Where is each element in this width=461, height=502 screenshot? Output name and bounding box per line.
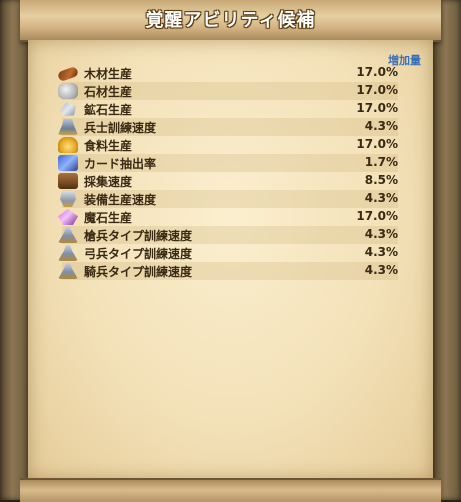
ability-row-spearman: 槍兵タイプ訓練速度 4.3% (58, 226, 398, 244)
ability-value: 4.3% (364, 245, 398, 259)
ability-name: 石材生産 (84, 85, 133, 99)
card-icon (58, 155, 78, 171)
ability-row-wood: 木材生産 17.0% (56, 64, 398, 83)
ability-list: 木材生産 17.0% 石材生産 17.0% 鉱石生産 17.0% 兵士訓練速度 … (56, 64, 398, 280)
ability-row-food: 食料生産 17.0% (58, 136, 398, 154)
ability-value: 4.3% (364, 191, 398, 205)
ability-name: カード抽出率 (84, 157, 157, 171)
food-icon (58, 137, 78, 153)
ability-name: 槍兵タイプ訓練速度 (84, 229, 193, 243)
gather-icon (58, 173, 78, 189)
ability-name: 装備生産速度 (84, 193, 157, 207)
ability-value: 17.0% (356, 83, 398, 97)
ability-value: 4.3% (364, 263, 398, 277)
ability-row-equipment: 装備生産速度 4.3% (60, 190, 398, 208)
right-border (433, 0, 461, 500)
ability-value: 17.0% (356, 137, 398, 151)
ability-value: 1.7% (364, 155, 398, 169)
ability-row-gather: 採集速度 8.5% (58, 172, 398, 190)
left-border (0, 0, 28, 500)
ability-name: 魔石生産 (84, 211, 133, 225)
title-scroll: 覚醒アビリティ候補 (20, 0, 441, 42)
window-frame: 覚醒アビリティ候補 増加量 木材生産 17.0% 石材生産 17.0% 鉱石生産… (0, 0, 461, 502)
ability-value: 17.0% (356, 101, 398, 115)
ability-name: 採集速度 (84, 175, 133, 189)
ability-name: 木材生産 (84, 67, 133, 81)
ability-name: 兵士訓練速度 (84, 121, 157, 135)
window-title: 覚醒アビリティ候補 (145, 10, 316, 31)
ability-name: 食料生産 (84, 139, 133, 153)
ability-row-card: カード抽出率 1.7% (58, 154, 398, 172)
ability-value: 8.5% (364, 173, 398, 187)
ability-row-cavalry: 騎兵タイプ訓練速度 4.3% (58, 262, 398, 280)
stone-icon (58, 83, 78, 99)
ability-row-archer: 弓兵タイプ訓練速度 4.3% (58, 244, 398, 262)
ability-row-ore: 鉱石生産 17.0% (60, 100, 398, 118)
ability-value: 17.0% (356, 65, 398, 79)
bottom-scroll (20, 478, 441, 502)
ability-name: 弓兵タイプ訓練速度 (84, 247, 193, 261)
ability-name: 騎兵タイプ訓練速度 (84, 265, 193, 279)
ability-row-magic-stone: 魔石生産 17.0% (58, 208, 398, 226)
ability-row-stone: 石材生産 17.0% (58, 82, 398, 100)
ability-value: 17.0% (356, 209, 398, 223)
ability-row-soldier: 兵士訓練速度 4.3% (58, 118, 398, 136)
ability-value: 4.3% (364, 119, 398, 133)
ability-name: 鉱石生産 (84, 103, 133, 117)
ability-value: 4.3% (364, 227, 398, 241)
